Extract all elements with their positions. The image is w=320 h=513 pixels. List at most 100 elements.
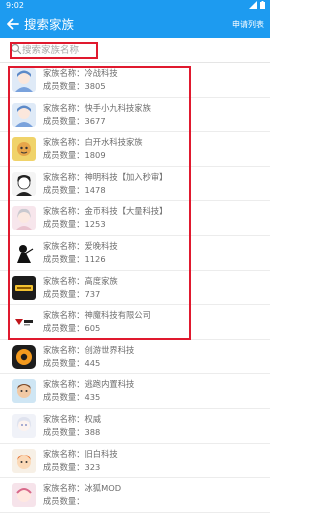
member-count-value: 323 <box>84 461 101 472</box>
family-name: 家族名称：旧白科技 <box>43 449 118 460</box>
family-name-label: 家族名称： <box>43 275 85 286</box>
member-count: 成员数量：388 <box>43 427 100 438</box>
family-name-value: 高度家族 <box>84 275 118 286</box>
family-name-label: 家族名称： <box>43 379 85 390</box>
family-avatar <box>12 448 36 473</box>
member-count-value: 1809 <box>84 150 106 161</box>
family-list-item[interactable]: 家族名称：爱晚科技 成员数量：1126 <box>0 235 270 271</box>
family-avatar <box>12 206 36 231</box>
family-name-value: 权威 <box>84 413 102 424</box>
member-count: 成员数量：605 <box>43 323 100 334</box>
family-name: 家族名称：金币科技【大量科技】 <box>43 206 167 217</box>
family-name-value: 创游世界科技 <box>84 344 135 355</box>
family-name-label: 家族名称： <box>43 413 85 424</box>
family-name-value: 冰狐MOD <box>84 483 122 494</box>
search-input[interactable] <box>22 42 252 58</box>
family-name-label: 家族名称： <box>43 344 85 355</box>
family-avatar <box>12 483 36 508</box>
member-count: 成员数量：1126 <box>43 254 106 265</box>
page-title: 搜索家族 <box>24 17 75 32</box>
member-count-value: 445 <box>84 357 101 368</box>
family-avatar <box>12 344 36 369</box>
family-avatar <box>12 379 36 404</box>
family-name-label: 家族名称： <box>43 240 85 251</box>
member-count-label: 成员数量： <box>43 150 85 161</box>
family-name-value: 逃跑内置科技 <box>84 379 135 390</box>
family-name: 家族名称：权威 <box>43 414 101 425</box>
member-count-value: 737 <box>84 288 101 299</box>
member-count-label: 成员数量： <box>43 461 85 472</box>
family-list-item[interactable]: 家族名称：冰狐MOD 成员数量： <box>0 478 270 513</box>
status-time: 9:02 <box>6 1 24 10</box>
member-count-value: 605 <box>84 323 101 334</box>
family-list-item[interactable]: 家族名称：创游世界科技成员数量：445 <box>0 339 270 375</box>
member-count: 成员数量：435 <box>43 392 100 403</box>
family-list-item[interactable]: 家族名称：快手小九科技家族 成员数量：3677 <box>0 97 270 133</box>
app-bar: 搜索家族 申请列表 <box>0 11 270 38</box>
family-avatar <box>12 275 36 300</box>
family-name-label: 家族名称： <box>43 206 85 217</box>
family-list-item[interactable]: 家族名称：冷战科技 成员数量：3805 <box>0 63 270 98</box>
search-icon <box>10 43 22 55</box>
family-list: 家族名称：冷战科技 成员数量：3805 家族名称：快手小九科技家族 成员数量：3677… <box>0 63 270 513</box>
family-name-label: 家族名称： <box>43 483 85 494</box>
family-list-item[interactable]: 家族名称：逃跑内置科技 成员数量：435 <box>0 374 270 409</box>
family-avatar <box>12 171 36 196</box>
family-name-label: 家族名称： <box>43 171 85 182</box>
member-count: 成员数量：3805 <box>43 81 106 92</box>
family-name-value: 快手小九科技家族 <box>84 102 151 113</box>
family-name: 家族名称：白开水科技家族 <box>43 137 143 148</box>
status-bar: 9:02 <box>0 0 270 11</box>
family-name-value: 爱晚科技 <box>84 240 118 251</box>
member-count-label: 成员数量： <box>43 184 85 195</box>
member-count: 成员数量：445 <box>43 358 100 369</box>
family-list-item[interactable]: 家族名称：金币科技【大量科技】 成员数量：1253 <box>0 201 270 236</box>
member-count-label: 成员数量： <box>43 253 85 264</box>
member-count: 成员数量：3677 <box>43 116 106 127</box>
member-count-label: 成员数量： <box>43 392 85 403</box>
family-name-value: 神魔科技有限公司 <box>84 310 151 321</box>
family-list-item[interactable]: 家族名称：权威 成员数量：388 <box>0 408 270 444</box>
member-count-label: 成员数量： <box>43 115 85 126</box>
member-count: 成员数量：737 <box>43 289 100 300</box>
apply-list-button[interactable]: 申请列表 <box>232 20 264 30</box>
family-name: 家族名称：高度家族 <box>43 276 118 287</box>
family-name-label: 家族名称： <box>43 137 85 148</box>
member-count-value: 1126 <box>84 253 106 264</box>
family-list-item[interactable]: 家族名称：高度家族 成员数量：737 <box>0 270 270 306</box>
family-name: 家族名称：爱晚科技 <box>43 241 118 252</box>
family-list-item[interactable]: 家族名称：白开水科技家族 成员数量：1809 <box>0 132 270 167</box>
member-count: 成员数量：1809 <box>43 150 106 161</box>
family-name: 家族名称：逃跑内置科技 <box>43 379 134 390</box>
member-count-value: 3677 <box>84 115 106 126</box>
family-list-item[interactable]: 家族名称：旧白科技 成员数量：323 <box>0 443 270 479</box>
member-count-label: 成员数量： <box>43 323 85 334</box>
family-name-label: 家族名称： <box>43 310 85 321</box>
search-bar <box>0 38 270 63</box>
family-name: 家族名称：冰狐MOD <box>43 483 121 494</box>
member-count-label: 成员数量： <box>43 81 85 91</box>
family-name-label: 家族名称： <box>43 448 85 459</box>
member-count-value: 3805 <box>84 81 106 91</box>
back-arrow-icon[interactable] <box>5 16 21 32</box>
family-list-item[interactable]: 家族名称：神明科技【加入秒审】 成员数量：1478 <box>0 166 270 202</box>
family-name: 家族名称：神明科技【加入秒审】 <box>43 172 167 183</box>
family-avatar <box>12 102 36 127</box>
family-name-value: 金币科技【大量科技】 <box>84 206 168 217</box>
member-count: 成员数量： <box>43 496 85 507</box>
member-count-label: 成员数量： <box>43 357 85 368</box>
family-name: 家族名称：冷战科技 <box>43 68 118 79</box>
member-count-label: 成员数量： <box>43 219 85 230</box>
family-name: 家族名称：神魔科技有限公司 <box>43 310 151 321</box>
member-count: 成员数量：323 <box>43 462 100 473</box>
family-name: 家族名称：快手小九科技家族 <box>43 103 151 114</box>
member-count-label: 成员数量： <box>43 496 85 507</box>
member-count-label: 成员数量： <box>43 426 85 437</box>
family-list-item[interactable]: 家族名称：神魔科技有限公司 成员数量：605 <box>0 305 270 340</box>
signal-icon <box>249 1 257 9</box>
family-avatar <box>12 413 36 438</box>
member-count-value: 1478 <box>84 184 106 195</box>
family-name-label: 家族名称： <box>43 68 85 78</box>
family-name-value: 神明科技【加入秒审】 <box>84 171 168 182</box>
member-count: 成员数量：1253 <box>43 219 106 230</box>
